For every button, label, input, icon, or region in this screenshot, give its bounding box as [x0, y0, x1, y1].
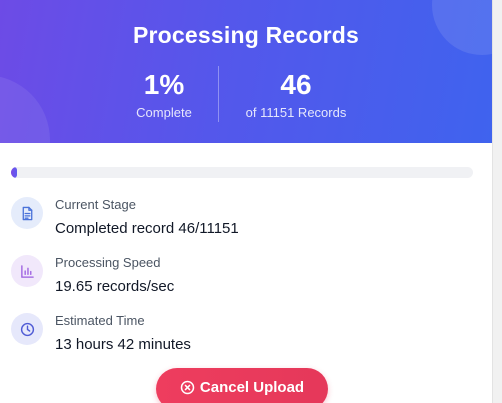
progress-bar	[11, 167, 473, 178]
records-count: 46	[280, 69, 312, 100]
progress-header: Processing Records 1% Complete 46 of 111…	[0, 0, 492, 143]
estimated-time-label: Estimated Time	[55, 313, 145, 328]
document-icon	[11, 197, 43, 229]
current-stage-label: Current Stage	[55, 197, 136, 212]
close-circle-icon	[180, 380, 195, 395]
stat-divider	[218, 66, 219, 122]
estimated-time-row: Estimated Time 13 hours 42 minutes	[11, 313, 471, 363]
decorative-circle	[0, 75, 50, 143]
panel-title: Processing Records	[132, 22, 360, 48]
estimated-time-value: 13 hours 42 minutes	[55, 336, 191, 353]
cancel-upload-button[interactable]: Cancel Upload	[156, 368, 328, 403]
processing-speed-label: Processing Speed	[55, 255, 161, 270]
bar-chart-icon	[11, 255, 43, 287]
records-stat: 46 of 11151 Records	[226, 68, 366, 120]
current-stage-row: Current Stage Completed record 46/11151	[11, 197, 471, 247]
percent-label: Complete	[136, 105, 192, 120]
processing-speed-value: 19.65 records/sec	[55, 278, 175, 295]
current-stage-value: Completed record 46/11151	[55, 220, 239, 237]
upload-progress-panel: Processing Records 1% Complete 46 of 111…	[0, 0, 492, 403]
progress-fill	[11, 167, 17, 178]
records-label: of 11151 Records	[245, 105, 347, 120]
clock-icon	[11, 313, 43, 345]
percent-value: 1%	[143, 69, 185, 100]
processing-speed-row: Processing Speed 19.65 records/sec	[11, 255, 471, 305]
scrollbar[interactable]	[492, 0, 502, 403]
cancel-upload-label: Cancel Upload	[199, 379, 305, 396]
percent-stat: 1% Complete	[114, 68, 214, 120]
